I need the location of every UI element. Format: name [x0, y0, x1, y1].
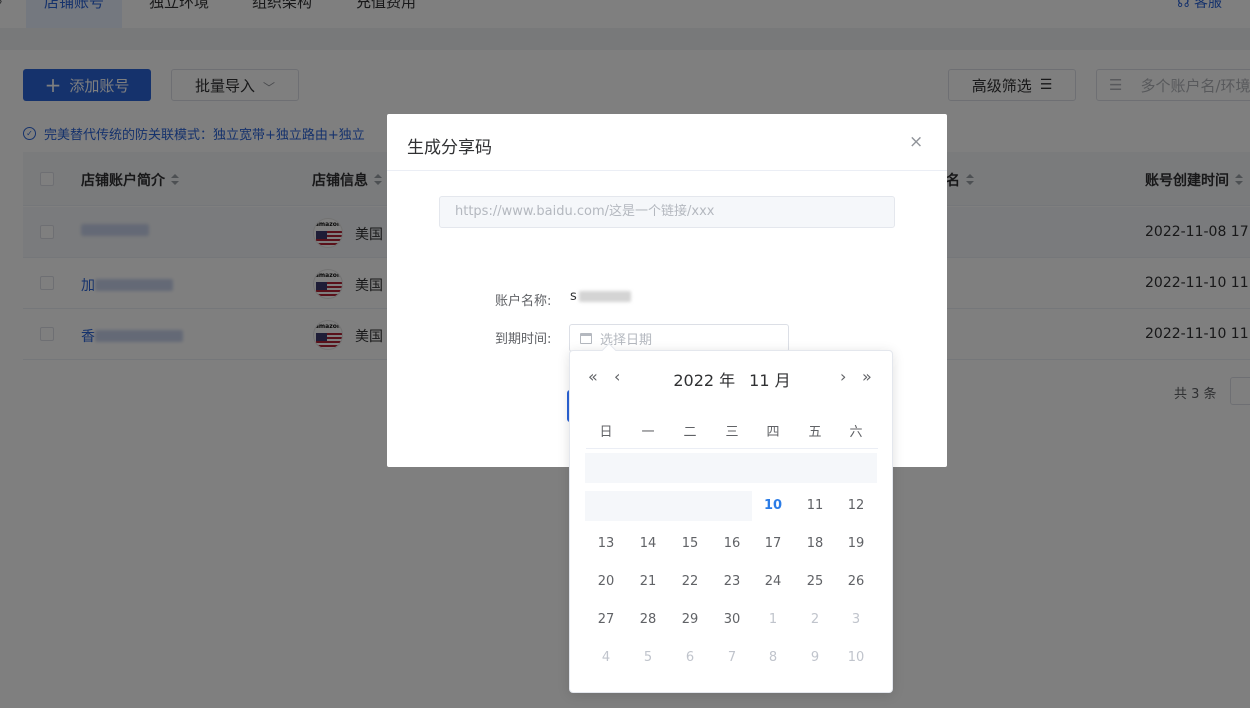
redacted-text: [578, 291, 631, 302]
day-cell[interactable]: 18: [794, 529, 836, 559]
day-cell[interactable]: 23: [711, 567, 753, 597]
day-cell[interactable]: 9: [794, 643, 836, 673]
day-cell[interactable]: 10: [835, 643, 877, 673]
account-name-label: 账户名称:: [495, 294, 552, 309]
day-cell[interactable]: 1: [752, 605, 794, 635]
day-cell[interactable]: 6: [669, 643, 711, 673]
calendar-icon: [580, 332, 592, 344]
weekday-label: 二: [683, 425, 697, 440]
day-cell[interactable]: 28: [627, 605, 669, 635]
day-cell[interactable]: 17: [752, 529, 794, 559]
prev-month-icon[interactable]: ‹: [614, 367, 620, 386]
weekday-label: 三: [725, 425, 739, 440]
disabled-range: [585, 491, 752, 521]
day-cell[interactable]: 8: [752, 643, 794, 673]
dialog-title: 生成分享码: [407, 138, 492, 158]
picker-header: 2022 年 11 月 « ‹ › »: [570, 367, 894, 391]
day-cell[interactable]: 26: [835, 567, 877, 597]
day-cell[interactable]: 14: [627, 529, 669, 559]
day-cell[interactable]: 5: [627, 643, 669, 673]
day-cell[interactable]: 15: [669, 529, 711, 559]
next-month-icon[interactable]: ›: [840, 367, 846, 386]
account-name-value: s: [570, 289, 631, 304]
expire-date-input[interactable]: 选择日期: [569, 324, 789, 352]
weekday-label: 六: [849, 425, 863, 440]
day-cell[interactable]: 16: [711, 529, 753, 559]
prev-year-icon[interactable]: «: [588, 367, 598, 386]
day-cell[interactable]: 20: [585, 567, 627, 597]
next-year-icon[interactable]: »: [862, 367, 872, 386]
close-icon[interactable]: ×: [909, 132, 923, 152]
day-cell[interactable]: 7: [711, 643, 753, 673]
day-cell[interactable]: 22: [669, 567, 711, 597]
day-cell-today[interactable]: 10: [752, 491, 794, 521]
share-link-input[interactable]: https://www.baidu.com/这是一个链接/xxx: [439, 196, 895, 228]
day-cell[interactable]: 12: [835, 491, 877, 521]
day-cell[interactable]: 19: [835, 529, 877, 559]
day-cell[interactable]: 29: [669, 605, 711, 635]
day-cell[interactable]: 24: [752, 567, 794, 597]
month-label[interactable]: 11 月: [749, 367, 790, 391]
disabled-range: [585, 453, 877, 483]
day-cell[interactable]: 30: [711, 605, 753, 635]
day-cell[interactable]: 2: [794, 605, 836, 635]
weekday-label: 日: [599, 425, 613, 440]
date-picker-panel: 2022 年 11 月 « ‹ › » 日 一 二 三 四 五 六 30 3 11 23 45678…: [569, 342, 894, 693]
dialog-divider: [387, 170, 947, 171]
day-cell[interactable]: 13: [585, 529, 627, 559]
day-cell[interactable]: 27: [585, 605, 627, 635]
weekday-label: 一: [641, 425, 655, 440]
day-cell[interactable]: 25: [794, 567, 836, 597]
year-label[interactable]: 2022 年: [673, 367, 735, 391]
day-cell[interactable]: 11: [794, 491, 836, 521]
expire-time-label: 到期时间:: [495, 332, 552, 347]
day-cell[interactable]: 21: [627, 567, 669, 597]
weekday-label: 四: [766, 425, 780, 440]
weekday-label: 五: [808, 425, 822, 440]
weekday-divider: [586, 448, 878, 449]
day-cell[interactable]: 3: [835, 605, 877, 635]
day-cell[interactable]: 4: [585, 643, 627, 673]
